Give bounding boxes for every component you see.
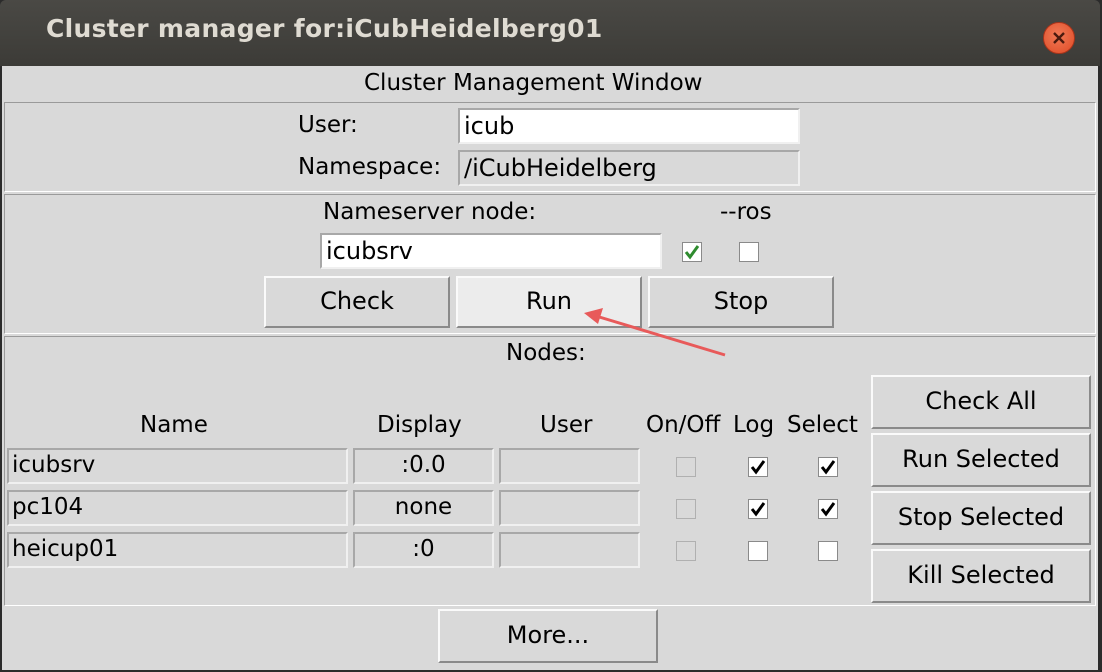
window-body: Cluster Management Window User: icub Nam…	[2, 66, 1098, 670]
node-log-checkbox[interactable]	[748, 499, 768, 519]
node-display-cell: :0	[353, 532, 494, 568]
check-icon	[684, 245, 700, 260]
col-onoff: On/Off	[646, 412, 721, 438]
col-name: Name	[140, 412, 208, 438]
node-select-checkbox[interactable]	[818, 541, 838, 561]
user-input[interactable]: icub	[458, 108, 800, 144]
cluster-manager-window: Cluster manager for:iCubHeidelberg01 Clu…	[0, 0, 1102, 672]
check-icon	[750, 460, 766, 475]
check-icon	[820, 460, 836, 475]
kill-selected-button[interactable]: Kill Selected	[871, 549, 1091, 603]
node-display-cell: :0.0	[353, 448, 494, 484]
node-onoff-checkbox	[676, 499, 696, 519]
node-onoff-checkbox	[676, 457, 696, 477]
col-select: Select	[787, 412, 858, 438]
node-user-cell	[499, 448, 640, 484]
stop-selected-button[interactable]: Stop Selected	[871, 491, 1091, 545]
check-all-button[interactable]: Check All	[871, 375, 1091, 429]
ros-label: --ros	[720, 199, 772, 225]
node-name-cell: pc104	[7, 490, 348, 526]
namespace-label: Namespace:	[298, 154, 442, 180]
run-button[interactable]: Run	[456, 276, 642, 328]
close-icon	[1053, 32, 1065, 44]
more-button[interactable]: More...	[438, 609, 658, 663]
nameserver-label: Nameserver node:	[323, 199, 537, 225]
check-icon	[820, 502, 836, 517]
check-button[interactable]: Check	[264, 276, 450, 328]
window-title: Cluster manager for:iCubHeidelberg01	[46, 14, 603, 43]
col-user: User	[540, 412, 593, 438]
ros-checkbox[interactable]	[739, 242, 759, 262]
namespace-field: /iCubHeidelberg	[458, 150, 800, 186]
run-selected-button[interactable]: Run Selected	[871, 433, 1091, 487]
node-select-checkbox[interactable]	[818, 457, 838, 477]
node-name-cell: icubsrv	[7, 448, 348, 484]
nameserver-node-input[interactable]: icubsrv	[320, 233, 662, 269]
node-display-cell: none	[353, 490, 494, 526]
stop-button[interactable]: Stop	[648, 276, 834, 328]
nameserver-enable-checkbox[interactable]	[682, 242, 702, 262]
node-user-cell	[499, 490, 640, 526]
node-select-checkbox[interactable]	[818, 499, 838, 519]
user-label: User:	[298, 112, 358, 138]
node-onoff-checkbox	[676, 541, 696, 561]
nodes-title: Nodes:	[506, 340, 586, 366]
title-bar[interactable]: Cluster manager for:iCubHeidelberg01	[0, 0, 1100, 66]
check-icon	[750, 502, 766, 517]
col-log: Log	[733, 412, 775, 438]
node-name-cell: heicup01	[7, 532, 348, 568]
close-button[interactable]	[1043, 22, 1075, 54]
col-display: Display	[377, 412, 462, 438]
node-log-checkbox[interactable]	[748, 541, 768, 561]
header-title: Cluster Management Window	[364, 70, 703, 96]
node-user-cell	[499, 532, 640, 568]
node-log-checkbox[interactable]	[748, 457, 768, 477]
